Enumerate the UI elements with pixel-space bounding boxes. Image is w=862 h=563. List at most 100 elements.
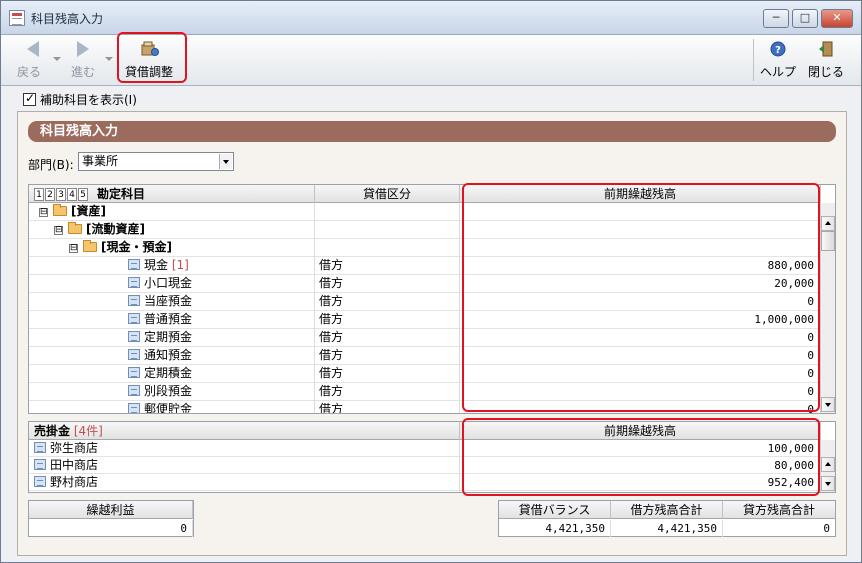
balance-totals-box: 貸借バランス 借方残高合計 貸方残高合計 4,421,350 4,421,350… — [498, 500, 836, 537]
sub-account-icon — [34, 442, 46, 453]
maximize-button[interactable]: □ — [792, 9, 818, 28]
sub-account-cell: 野村商店 — [29, 474, 460, 492]
sub-account-row-name: 野村商店 — [50, 475, 99, 489]
sub-grid-scrollbar[interactable] — [820, 440, 835, 492]
account-grid-scrollbar[interactable] — [820, 203, 835, 413]
side-cell[interactable]: 借方 — [315, 401, 460, 413]
back-dropdown-icon[interactable] — [53, 57, 61, 61]
side-cell[interactable]: 借方 — [315, 347, 460, 365]
account-name: 普通預金 — [144, 312, 193, 326]
balance-entry-panel: 科目残高入力 部門(B): 事業所 1 2 3 4 5 勘定科目 貸借区分 前期繰越残高 … — [17, 111, 847, 556]
account-cell: 定期積金 — [29, 365, 315, 383]
app-icon — [9, 10, 25, 26]
dept-value: 事業所 — [82, 154, 119, 168]
sub-scroll-up-icon[interactable] — [821, 457, 835, 472]
close-button[interactable]: 閉じる — [803, 35, 849, 85]
sub-account-count: [4件] — [73, 424, 103, 438]
account-name: 郵便貯金 — [144, 402, 193, 414]
retained-earnings-box: 繰越利益 0 — [28, 500, 194, 537]
account-item-icon — [128, 349, 140, 360]
folder-icon — [68, 222, 82, 234]
help-icon: ? — [770, 41, 786, 57]
account-name: 通知預金 — [144, 348, 193, 362]
account-cell: 当座預金 — [29, 293, 315, 311]
close-window-button[interactable]: ✕ — [821, 9, 853, 28]
level-button[interactable]: 5 — [78, 188, 88, 201]
account-tag: [1] — [171, 258, 189, 272]
side-cell[interactable]: 借方 — [315, 383, 460, 401]
account-cell: ⊟ [資産] — [29, 203, 315, 221]
back-button[interactable]: 戻る — [9, 35, 49, 85]
side-cell[interactable]: 借方 — [315, 257, 460, 275]
sub-account-title: 売掛金 [4件] — [29, 422, 460, 440]
debit-total-value: 4,421,350 — [611, 520, 723, 537]
forward-dropdown-icon[interactable] — [105, 57, 113, 61]
back-arrow-icon — [23, 41, 39, 57]
level-button[interactable]: 1 — [34, 188, 44, 201]
side-column-header: 貸借区分 — [315, 185, 460, 203]
scroll-up-icon[interactable] — [821, 216, 835, 231]
account-cell: ⊟ [流動資産] — [29, 221, 315, 239]
show-sub-accounts-checkbox[interactable] — [23, 91, 36, 106]
level-button[interactable]: 2 — [45, 188, 55, 201]
level-buttons: 12345 — [34, 187, 89, 201]
account-cell: 通知預金 — [29, 347, 315, 365]
adjust-highlight — [117, 32, 187, 83]
dept-select[interactable]: 事業所 — [78, 152, 234, 171]
forward-label: 進む — [70, 65, 95, 79]
side-cell[interactable]: 借方 — [315, 365, 460, 383]
account-name: 現金 — [144, 258, 169, 272]
account-cell: 現金 [1] — [29, 257, 315, 275]
account-name: 定期積金 — [144, 366, 193, 380]
balance-label: 貸借バランス — [499, 501, 611, 519]
balance-highlight — [462, 183, 820, 412]
svg-text:?: ? — [775, 45, 781, 56]
level-button[interactable]: 4 — [67, 188, 77, 201]
side-cell[interactable] — [315, 203, 460, 221]
scroll-down-icon[interactable] — [821, 397, 835, 412]
account-cell: ⊟ [現金・預金] — [29, 239, 315, 257]
account-name: 当座預金 — [144, 294, 193, 308]
side-cell[interactable]: 借方 — [315, 275, 460, 293]
panel-title: 科目残高入力 — [28, 121, 836, 142]
account-column-header: 1 2 3 4 5 勘定科目 — [29, 185, 315, 203]
forward-button[interactable]: 進む — [63, 35, 103, 85]
retained-earnings-label: 繰越利益 — [29, 501, 193, 519]
chevron-down-icon[interactable] — [219, 154, 232, 169]
help-label: ヘルプ — [759, 65, 796, 79]
side-cell[interactable]: 借方 — [315, 293, 460, 311]
account-name: [資産] — [71, 204, 106, 218]
folder-icon — [53, 204, 67, 216]
minimize-button[interactable]: ─ — [763, 9, 789, 28]
side-cell[interactable]: 借方 — [315, 329, 460, 347]
title-bar: 科目残高入力 ─ □ ✕ — [1, 1, 861, 35]
balance-value: 4,421,350 — [499, 520, 611, 537]
show-sub-accounts-label: 補助科目を表示(I) — [40, 93, 137, 107]
back-label: 戻る — [16, 65, 41, 79]
window-title: 科目残高入力 — [31, 12, 104, 26]
scroll-thumb[interactable] — [821, 231, 835, 251]
help-button[interactable]: ? ヘルプ — [755, 35, 801, 85]
sub-account-name: 売掛金 — [34, 424, 71, 438]
account-name: 別段預金 — [144, 384, 193, 398]
show-sub-accounts-option[interactable]: 補助科目を表示(I) — [23, 91, 137, 108]
credit-total-label: 貸方残高合計 — [723, 501, 835, 519]
collapse-icon[interactable]: ⊟ — [54, 226, 63, 235]
collapse-icon[interactable]: ⊟ — [39, 208, 48, 217]
side-cell[interactable] — [315, 221, 460, 239]
account-cell: 普通預金 — [29, 311, 315, 329]
account-cell: 小口現金 — [29, 275, 315, 293]
debit-total-label: 借方残高合計 — [611, 501, 723, 519]
side-cell[interactable]: 借方 — [315, 311, 460, 329]
side-cell[interactable] — [315, 239, 460, 257]
account-item-icon — [128, 385, 140, 396]
collapse-icon[interactable]: ⊟ — [69, 244, 78, 253]
account-name: [現金・預金] — [101, 240, 172, 254]
account-item-icon — [128, 313, 140, 324]
sub-scroll-down-icon[interactable] — [821, 476, 835, 491]
sub-account-cell: 田中商店 — [29, 457, 460, 475]
level-button[interactable]: 3 — [56, 188, 66, 201]
exit-door-icon — [818, 41, 834, 57]
folder-icon — [83, 240, 97, 252]
sub-account-icon — [34, 476, 46, 487]
